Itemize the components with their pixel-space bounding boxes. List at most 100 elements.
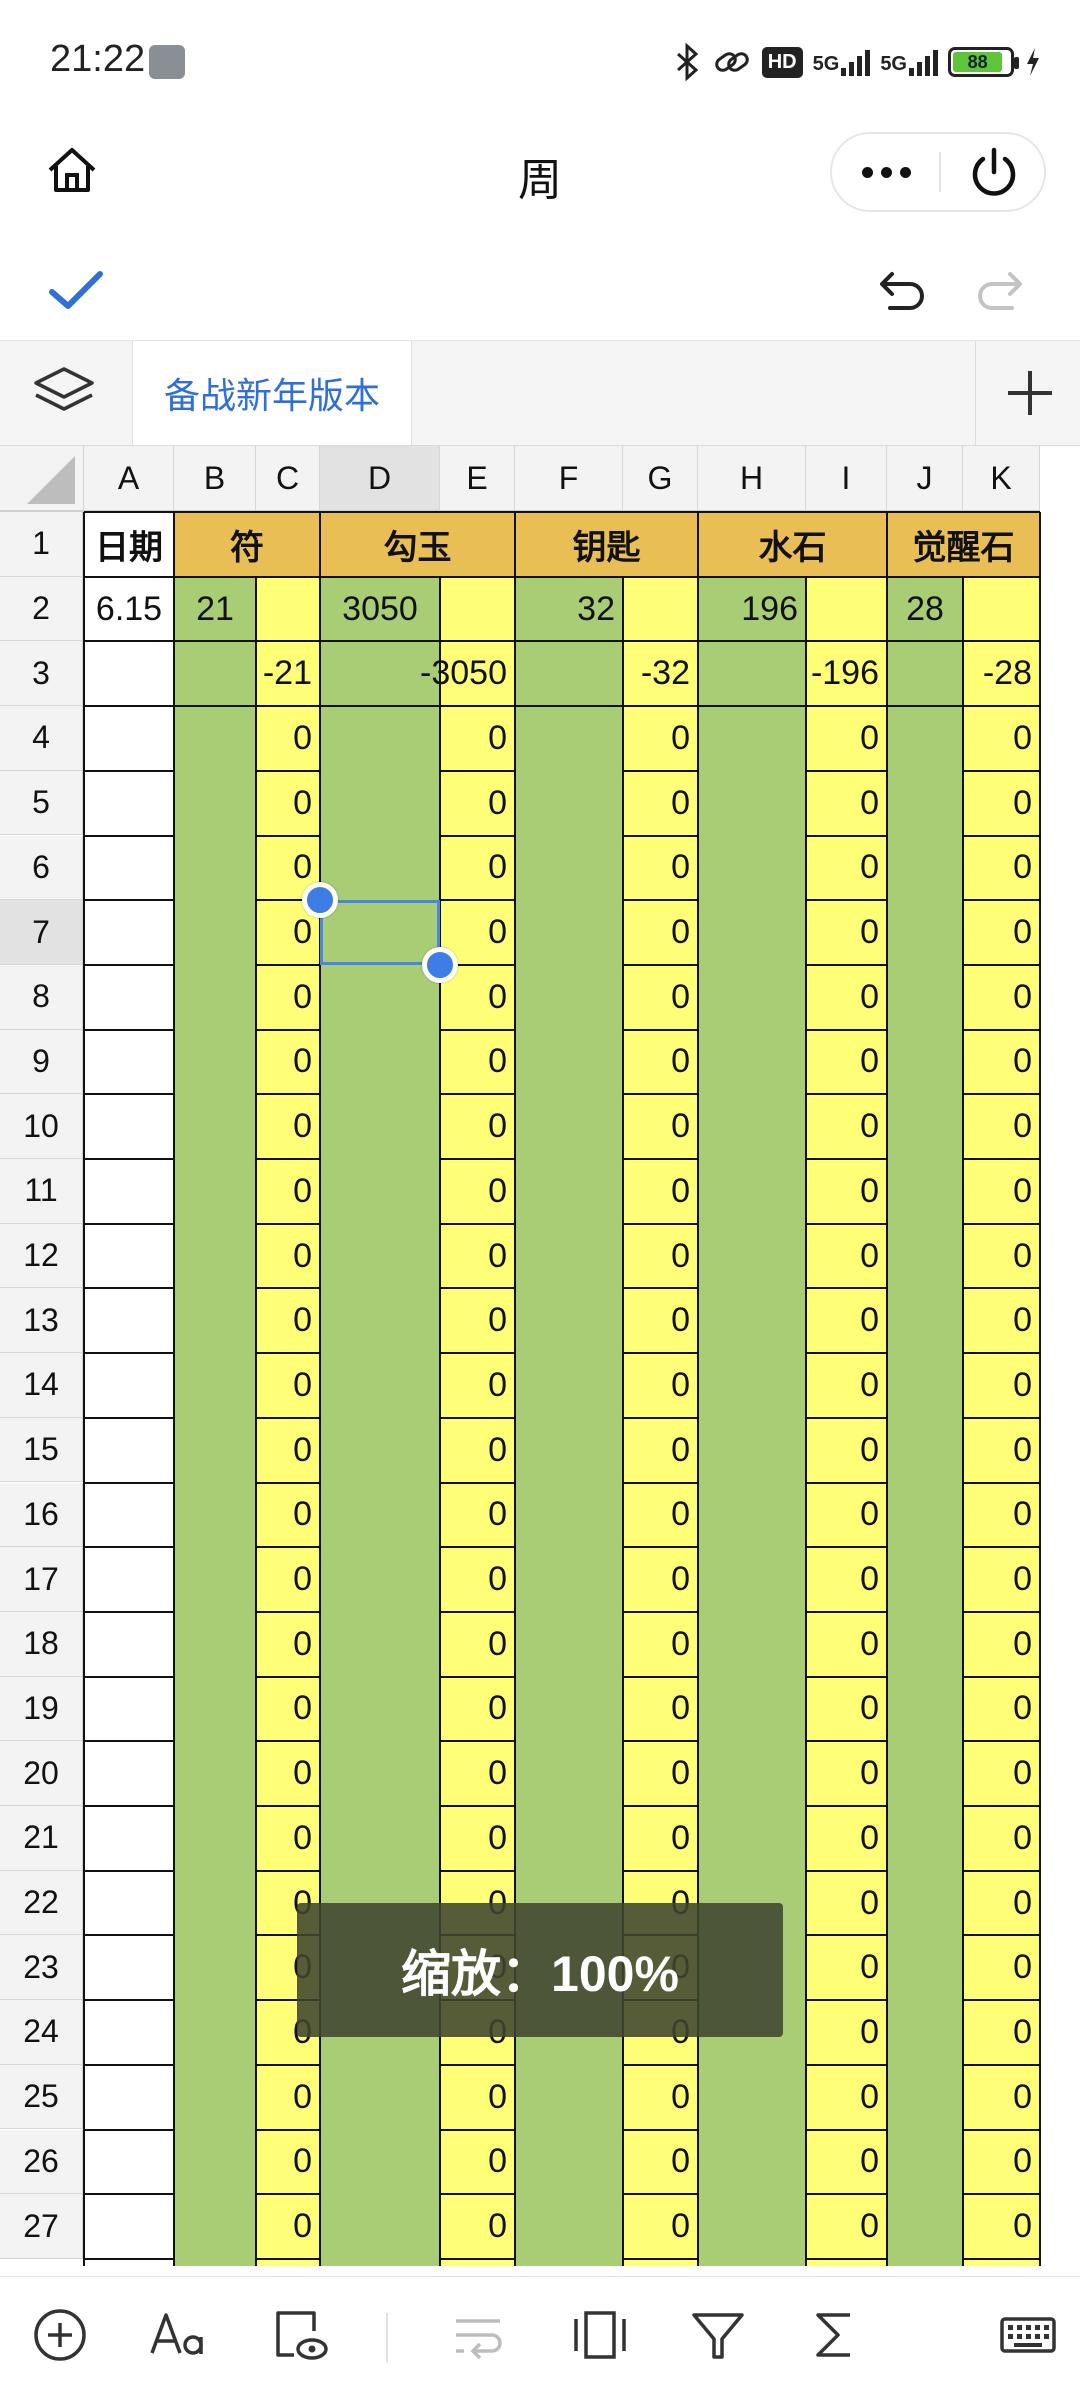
cell-c25[interactable]: 0	[256, 2065, 320, 2130]
cell-e27[interactable]: 0	[440, 2194, 515, 2259]
cell-g19[interactable]: 0	[623, 1677, 698, 1742]
cell-c5[interactable]: 0	[256, 771, 320, 836]
freeze-icon[interactable]	[568, 2303, 632, 2367]
cell-i24[interactable]: 0	[806, 2000, 887, 2065]
column-header-h[interactable]: H	[698, 446, 806, 512]
row-header-21[interactable]: 21	[0, 1806, 84, 1871]
cell-e17[interactable]: 0	[440, 1547, 515, 1612]
cell-b1-merged[interactable]: 符	[174, 512, 320, 577]
cell-j2[interactable]: 28	[887, 577, 963, 642]
cell-i26[interactable]: 0	[806, 2130, 887, 2195]
cell-c26[interactable]: 0	[256, 2130, 320, 2195]
cell-style-icon[interactable]	[268, 2303, 332, 2367]
cell-g18[interactable]: 0	[623, 1612, 698, 1677]
cell-k16[interactable]: 0	[963, 1483, 1040, 1548]
row-header-26[interactable]: 26	[0, 2129, 84, 2195]
cell-c15[interactable]: 0	[256, 1418, 320, 1483]
cell-g6[interactable]: 0	[623, 836, 698, 901]
check-icon[interactable]	[46, 260, 106, 320]
cell-k13[interactable]: 0	[963, 1288, 1040, 1353]
cell-i4[interactable]: 0	[806, 706, 887, 771]
cell-i9[interactable]: 0	[806, 1030, 887, 1095]
row-header-8[interactable]: 8	[0, 964, 84, 1030]
cell-g3[interactable]: -32	[515, 641, 698, 706]
cell-k22[interactable]: 0	[963, 1871, 1040, 1936]
cell-k6[interactable]: 0	[963, 836, 1040, 901]
add-icon[interactable]	[28, 2303, 92, 2367]
column-header-i[interactable]: I	[806, 446, 887, 512]
cell-e18[interactable]: 0	[440, 1612, 515, 1677]
row-header-6[interactable]: 6	[0, 835, 84, 901]
column-header-b[interactable]: B	[174, 446, 256, 512]
cell-i18[interactable]: 0	[806, 1612, 887, 1677]
more-button[interactable]	[832, 134, 940, 210]
cell-k15[interactable]: 0	[963, 1418, 1040, 1483]
cell-g11[interactable]: 0	[623, 1159, 698, 1224]
row-header-19[interactable]: 19	[0, 1676, 84, 1742]
cell-e25[interactable]: 0	[440, 2065, 515, 2130]
row-header-14[interactable]: 14	[0, 1353, 84, 1418]
cell-i17[interactable]: 0	[806, 1547, 887, 1612]
cell-e20[interactable]: 0	[440, 1741, 515, 1806]
cell-i10[interactable]: 0	[806, 1094, 887, 1159]
cell-e3[interactable]: -3050	[320, 641, 515, 706]
cell-k26[interactable]: 0	[963, 2130, 1040, 2195]
cell-i22[interactable]: 0	[806, 1871, 887, 1936]
sum-icon[interactable]	[804, 2303, 868, 2367]
cell-k7[interactable]: 0	[963, 900, 1040, 965]
row-header-5[interactable]: 5	[0, 770, 84, 836]
cell-f2[interactable]: 32	[515, 577, 623, 642]
row-header-1[interactable]: 1	[0, 512, 84, 577]
cell-c3[interactable]: -21	[174, 641, 320, 706]
cell-k17[interactable]: 0	[963, 1547, 1040, 1612]
cell-i19[interactable]: 0	[806, 1677, 887, 1742]
redo-icon[interactable]	[974, 260, 1034, 320]
cell-d2[interactable]: 3050	[320, 577, 440, 642]
row-header-22[interactable]: 22	[0, 1870, 84, 1936]
cell-d1-merged[interactable]: 勾玉	[320, 512, 515, 577]
row-header-18[interactable]: 18	[0, 1611, 84, 1677]
wrap-icon[interactable]	[448, 2303, 512, 2367]
cell-k24[interactable]: 0	[963, 2000, 1040, 2065]
cell-e15[interactable]: 0	[440, 1418, 515, 1483]
cell-i6[interactable]: 0	[806, 836, 887, 901]
cell-c8[interactable]: 0	[256, 965, 320, 1030]
column-header-e[interactable]: E	[440, 446, 515, 512]
row-header-24[interactable]: 24	[0, 2000, 84, 2065]
layers-icon[interactable]	[30, 363, 98, 423]
cell-i14[interactable]: 0	[806, 1353, 887, 1418]
cell-k5[interactable]: 0	[963, 771, 1040, 836]
cell-c10[interactable]: 0	[256, 1094, 320, 1159]
cell-c17[interactable]: 0	[256, 1547, 320, 1612]
row-header-12[interactable]: 12	[0, 1223, 84, 1289]
cell-k11[interactable]: 0	[963, 1159, 1040, 1224]
selection-start-handle[interactable]	[302, 882, 338, 919]
cell-b2[interactable]: 21	[174, 577, 256, 642]
cell-k4[interactable]: 0	[963, 706, 1040, 771]
cell-g16[interactable]: 0	[623, 1483, 698, 1548]
column-header-c[interactable]: C	[256, 446, 320, 512]
cell-a1[interactable]: 日期	[84, 512, 174, 577]
cell-g20[interactable]: 0	[623, 1741, 698, 1806]
cell-c13[interactable]: 0	[256, 1288, 320, 1353]
cell-k3[interactable]: -28	[887, 641, 1040, 706]
cell-g21[interactable]: 0	[623, 1806, 698, 1871]
row-header-11[interactable]: 11	[0, 1159, 84, 1224]
keyboard-icon[interactable]	[996, 2303, 1060, 2367]
cell-i20[interactable]: 0	[806, 1741, 887, 1806]
row-header-15[interactable]: 15	[0, 1417, 84, 1483]
cell-e13[interactable]: 0	[440, 1288, 515, 1353]
tab-active-sheet[interactable]: 备战新年版本	[132, 341, 412, 445]
column-header-j[interactable]: J	[887, 446, 963, 512]
cell-g26[interactable]: 0	[623, 2130, 698, 2195]
cell-e11[interactable]: 0	[440, 1159, 515, 1224]
cell-k18[interactable]: 0	[963, 1612, 1040, 1677]
cell-c14[interactable]: 0	[256, 1353, 320, 1418]
row-header-4[interactable]: 4	[0, 706, 84, 771]
cell-g13[interactable]: 0	[623, 1288, 698, 1353]
undo-icon[interactable]	[868, 260, 928, 320]
cell-e4[interactable]: 0	[440, 706, 515, 771]
cell-c18[interactable]: 0	[256, 1612, 320, 1677]
cell-e14[interactable]: 0	[440, 1353, 515, 1418]
cell-g27[interactable]: 0	[623, 2194, 698, 2259]
